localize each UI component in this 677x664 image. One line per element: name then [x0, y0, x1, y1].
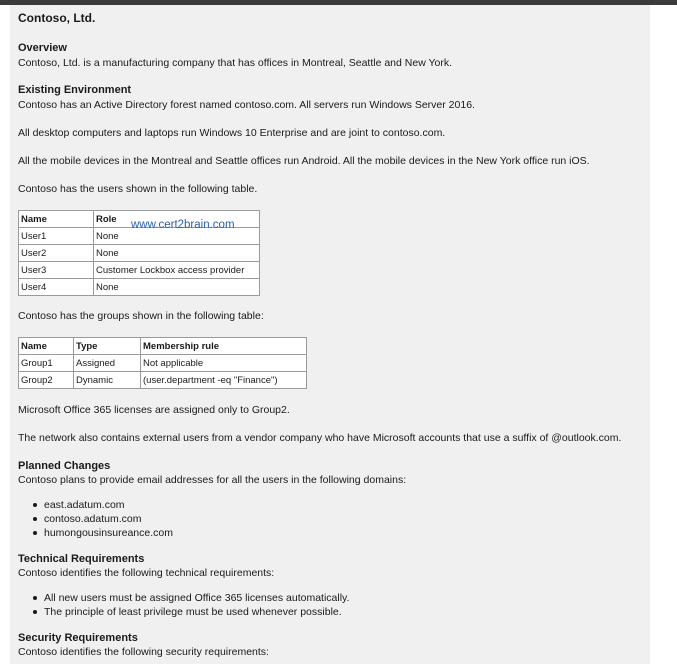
overview-heading: Overview [18, 42, 67, 54]
table-row: User4 None [18, 278, 260, 296]
table-cell: (user.department -eq "Finance") [140, 371, 307, 389]
list-item: contoso.adatum.com [18, 512, 173, 526]
security-requirements-text: Contoso identifies the following securit… [18, 646, 269, 658]
table-cell: User2 [18, 244, 94, 262]
list-item: humongousinsureance.com [18, 526, 173, 540]
technical-requirements-list: All new users must be assigned Office 36… [18, 591, 349, 619]
table-row: User3 Customer Lockbox access provider [18, 261, 260, 279]
technical-requirements-heading: Technical Requirements [18, 553, 145, 565]
table-cell: Group1 [18, 354, 74, 372]
domain-list: east.adatum.com contoso.adatum.com humon… [18, 498, 173, 540]
table-cell: Group2 [18, 371, 74, 389]
network-text: The network also contains external users… [18, 432, 622, 444]
groups-table-intro: Contoso has the groups shown in the foll… [18, 310, 264, 322]
existing-paragraph-2: All desktop computers and laptops run Wi… [18, 127, 446, 139]
licenses-text: Microsoft Office 365 licenses are assign… [18, 404, 290, 416]
planned-changes-text: Contoso plans to provide email addresses… [18, 474, 407, 486]
table-header-row: Name Type Membership rule [18, 337, 307, 355]
table-cell: Dynamic [73, 371, 141, 389]
table-cell: User4 [18, 278, 94, 296]
list-item: east.adatum.com [18, 498, 173, 512]
table-cell: User3 [18, 261, 94, 279]
list-item: The principle of least privilege must be… [18, 605, 349, 619]
document-title: Contoso, Ltd. [18, 11, 96, 25]
technical-requirements-text: Contoso identifies the following technic… [18, 567, 275, 579]
table-cell: Not applicable [140, 354, 307, 372]
table-cell: User1 [18, 227, 94, 245]
column-header: Name [18, 337, 74, 355]
table-row: Group1 Assigned Not applicable [18, 354, 307, 372]
existing-paragraph-3: All the mobile devices in the Montreal a… [18, 155, 590, 167]
existing-environment-heading: Existing Environment [18, 84, 132, 96]
column-header: Name [18, 210, 94, 228]
column-header: Membership rule [140, 337, 307, 355]
planned-changes-heading: Planned Changes [18, 460, 111, 472]
users-table-intro: Contoso has the users shown in the follo… [18, 183, 258, 195]
security-requirements-heading: Security Requirements [18, 632, 138, 644]
overview-text: Contoso, Ltd. is a manufacturing company… [18, 57, 453, 69]
existing-paragraph-1: Contoso has an Active Directory forest n… [18, 99, 475, 111]
table-row: User2 None [18, 244, 260, 262]
groups-table: Name Type Membership rule Group1 Assigne… [18, 337, 307, 389]
table-row: Group2 Dynamic (user.department -eq "Fin… [18, 371, 307, 389]
watermark-text: www.cert2brain.com [131, 219, 235, 231]
table-cell: None [93, 244, 260, 262]
table-cell: None [93, 278, 260, 296]
table-cell: Customer Lockbox access provider [93, 261, 260, 279]
list-item: All new users must be assigned Office 36… [18, 591, 349, 605]
column-header: Type [73, 337, 141, 355]
table-cell: Assigned [73, 354, 141, 372]
